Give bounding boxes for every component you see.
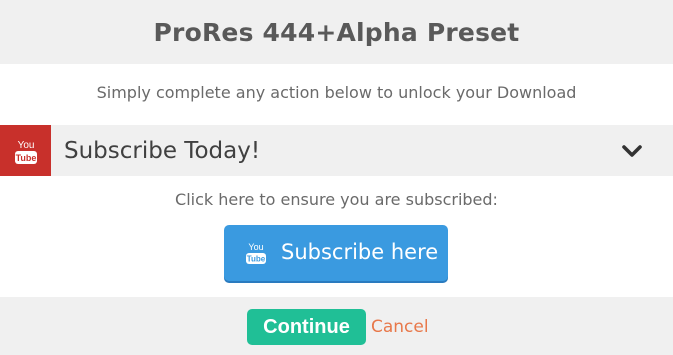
- chevron-down-icon[interactable]: [619, 138, 645, 164]
- svg-text:Tube: Tube: [15, 153, 36, 163]
- subscribe-action-row[interactable]: You Tube Subscribe Today!: [0, 125, 673, 176]
- dialog-footer: Continue Cancel: [0, 297, 673, 355]
- svg-text:You: You: [17, 140, 34, 151]
- subscribe-here-button[interactable]: You Tube Subscribe here: [224, 225, 448, 281]
- dialog-header: ProRes 444+Alpha Preset: [0, 0, 673, 64]
- svg-text:Tube: Tube: [247, 255, 266, 264]
- youtube-icon: You Tube: [0, 125, 51, 176]
- continue-button[interactable]: Continue: [247, 309, 366, 345]
- subscribe-here-label: Subscribe here: [281, 240, 439, 264]
- cancel-link[interactable]: Cancel: [371, 309, 429, 345]
- subscribe-action-label: Subscribe Today!: [64, 138, 261, 164]
- youtube-icon: You Tube: [246, 242, 266, 264]
- unlock-instruction: Simply complete any action below to unlo…: [96, 83, 577, 102]
- unlock-download-dialog: ProRes 444+Alpha Preset Simply complete …: [0, 0, 673, 355]
- dialog-title: ProRes 444+Alpha Preset: [153, 17, 520, 47]
- subscribe-hint: Click here to ensure you are subscribed:: [175, 190, 498, 209]
- svg-text:You: You: [248, 242, 263, 252]
